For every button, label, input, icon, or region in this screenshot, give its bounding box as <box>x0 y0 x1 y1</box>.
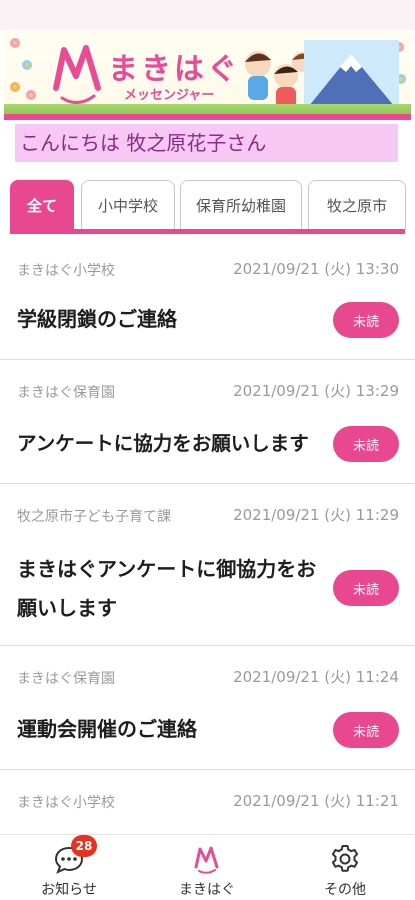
message-sender: まきはぐ保育園 <box>17 671 115 687</box>
message-date: 2021/09/21 (火) 13:30 <box>233 260 399 278</box>
flower-decoration <box>22 60 32 70</box>
message-item[interactable]: まきはぐ小学校 2021/09/21 (火) 11:21 <box>0 770 415 834</box>
unread-badge: 未読 <box>333 302 399 338</box>
tabs-underline <box>10 229 405 234</box>
nav-label: まきはぐ <box>179 882 235 898</box>
unread-badge: 未読 <box>333 426 399 462</box>
gear-icon <box>329 843 361 875</box>
message-list: まきはぐ小学校 2021/09/21 (火) 13:30 学級閉鎖のご連絡 未読… <box>0 238 415 834</box>
message-subject: 学級閉鎖のご連絡 <box>17 307 177 331</box>
message-subject: まきはぐアンケートに御協力をお願いします <box>17 557 317 620</box>
app-banner: まきはぐ メッセンジャー <box>4 30 411 120</box>
nav-label: お知らせ <box>41 882 97 898</box>
message-sender: 牧之原市子ども子育て課 <box>17 509 171 525</box>
tab-all[interactable]: 全て <box>10 180 74 230</box>
makihagu-logo-icon <box>191 843 223 875</box>
message-subject: 運動会開催のご連絡 <box>17 717 197 741</box>
mount-fuji-illustration <box>304 40 399 110</box>
status-bar-area <box>0 0 415 30</box>
message-subject: アンケートに協力をお願いします <box>17 432 309 455</box>
bottom-navigation: 28 お知らせ まきはぐ その他 <box>0 834 415 900</box>
message-date: 2021/09/21 (火) 11:21 <box>233 792 399 810</box>
message-item[interactable]: 牧之原市子ども子育て課 2021/09/21 (火) 11:29 まきはぐアンケ… <box>0 484 415 646</box>
message-sender: まきはぐ保育園 <box>17 385 115 401</box>
nav-makihagu[interactable]: まきはぐ <box>152 839 262 899</box>
category-tabs: 全て 小中学校 保育所幼稚園 牧之原市 <box>0 176 415 238</box>
nav-other[interactable]: その他 <box>290 839 400 899</box>
chat-bubble-icon: 28 <box>53 835 97 875</box>
flower-decoration <box>10 82 20 92</box>
message-date: 2021/09/21 (火) 11:24 <box>233 668 399 686</box>
flower-decoration <box>10 38 20 48</box>
message-sender: まきはぐ小学校 <box>17 795 115 811</box>
message-date: 2021/09/21 (火) 13:29 <box>233 382 399 400</box>
tab-city[interactable]: 牧之原市 <box>308 180 406 230</box>
unread-badge: 未読 <box>333 712 399 748</box>
message-sender: まきはぐ小学校 <box>17 263 115 279</box>
banner-subtitle: メッセンジャー <box>124 88 215 103</box>
banner-underline <box>4 114 411 120</box>
flower-decoration <box>26 90 36 100</box>
message-item[interactable]: まきはぐ小学校 2021/09/21 (火) 13:30 学級閉鎖のご連絡 未読 <box>0 238 415 360</box>
unread-badge: 未読 <box>333 570 399 606</box>
makihagu-logo-icon <box>53 45 101 104</box>
notification-count-badge: 28 <box>71 835 97 857</box>
tab-schools[interactable]: 小中学校 <box>81 180 175 230</box>
nav-notifications[interactable]: 28 お知らせ <box>14 835 124 899</box>
greeting-message: こんにちは 牧之原花子さん <box>15 124 398 162</box>
tab-nursery[interactable]: 保育所幼稚園 <box>180 180 302 230</box>
message-date: 2021/09/21 (火) 11:29 <box>233 506 399 524</box>
message-item[interactable]: まきはぐ保育園 2021/09/21 (火) 13:29 アンケートに協力をお願… <box>0 360 415 484</box>
nav-label: その他 <box>324 882 366 898</box>
banner-title: まきはぐ <box>108 52 240 87</box>
message-item[interactable]: まきはぐ保育園 2021/09/21 (火) 11:24 運動会開催のご連絡 未… <box>0 646 415 770</box>
